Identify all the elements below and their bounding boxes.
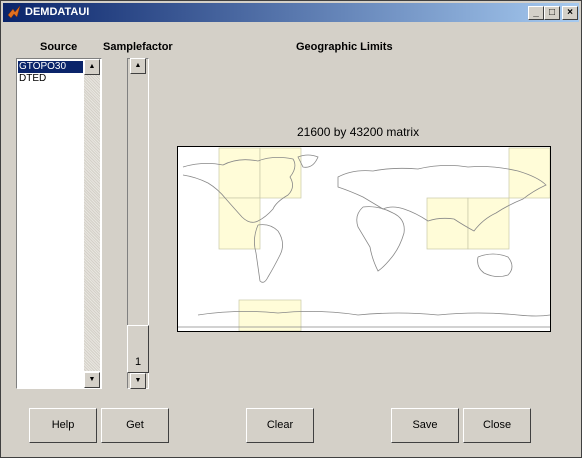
list-item-dted[interactable]: DTED (18, 73, 83, 85)
map-tile (467, 197, 510, 250)
source-scroll-up-button[interactable]: ▲ (84, 59, 100, 75)
map-tile (508, 147, 550, 199)
close-button[interactable]: Close (463, 408, 531, 443)
map-title: 21600 by 43200 matrix (297, 125, 420, 139)
map-tile (218, 147, 261, 199)
help-button[interactable]: Help (29, 408, 97, 443)
source-scroll-down-button[interactable]: ▼ (84, 372, 100, 388)
close-window-button[interactable]: × (562, 6, 578, 20)
samplefactor-up-button[interactable]: ▲ (130, 58, 146, 74)
map-tile (218, 197, 261, 250)
samplefactor-value: 1 (134, 356, 142, 368)
source-label: Source (40, 41, 78, 53)
world-map (178, 147, 550, 331)
dem-tiles (218, 147, 550, 331)
title-bar[interactable]: DEMDATAUI _ □ × (3, 3, 579, 22)
samplefactor-down-button[interactable]: ▼ (130, 373, 146, 389)
matlab-logo-icon (7, 5, 21, 19)
samplefactor-label: Samplefactor (103, 41, 173, 53)
list-item-gtopo30[interactable]: GTOPO30 (18, 61, 83, 73)
geographic-limits-label: Geographic Limits (296, 41, 393, 53)
window-title: DEMDATAUI (25, 6, 90, 18)
map-tile (238, 299, 302, 331)
minimize-button[interactable]: _ (528, 6, 544, 20)
map-tile (259, 147, 302, 199)
get-button[interactable]: Get (101, 408, 169, 443)
maximize-button[interactable]: □ (544, 6, 560, 20)
source-scrollbar-track[interactable] (84, 75, 100, 371)
world-map-axes[interactable] (177, 146, 551, 332)
source-listbox[interactable]: GTOPO30 DTED ▲ ▼ (16, 58, 102, 389)
clear-button[interactable]: Clear (246, 408, 314, 443)
save-button[interactable]: Save (391, 408, 459, 443)
map-tile (426, 197, 469, 250)
demdataui-window: DEMDATAUI _ □ × Source Samplefactor Geog… (0, 0, 582, 458)
